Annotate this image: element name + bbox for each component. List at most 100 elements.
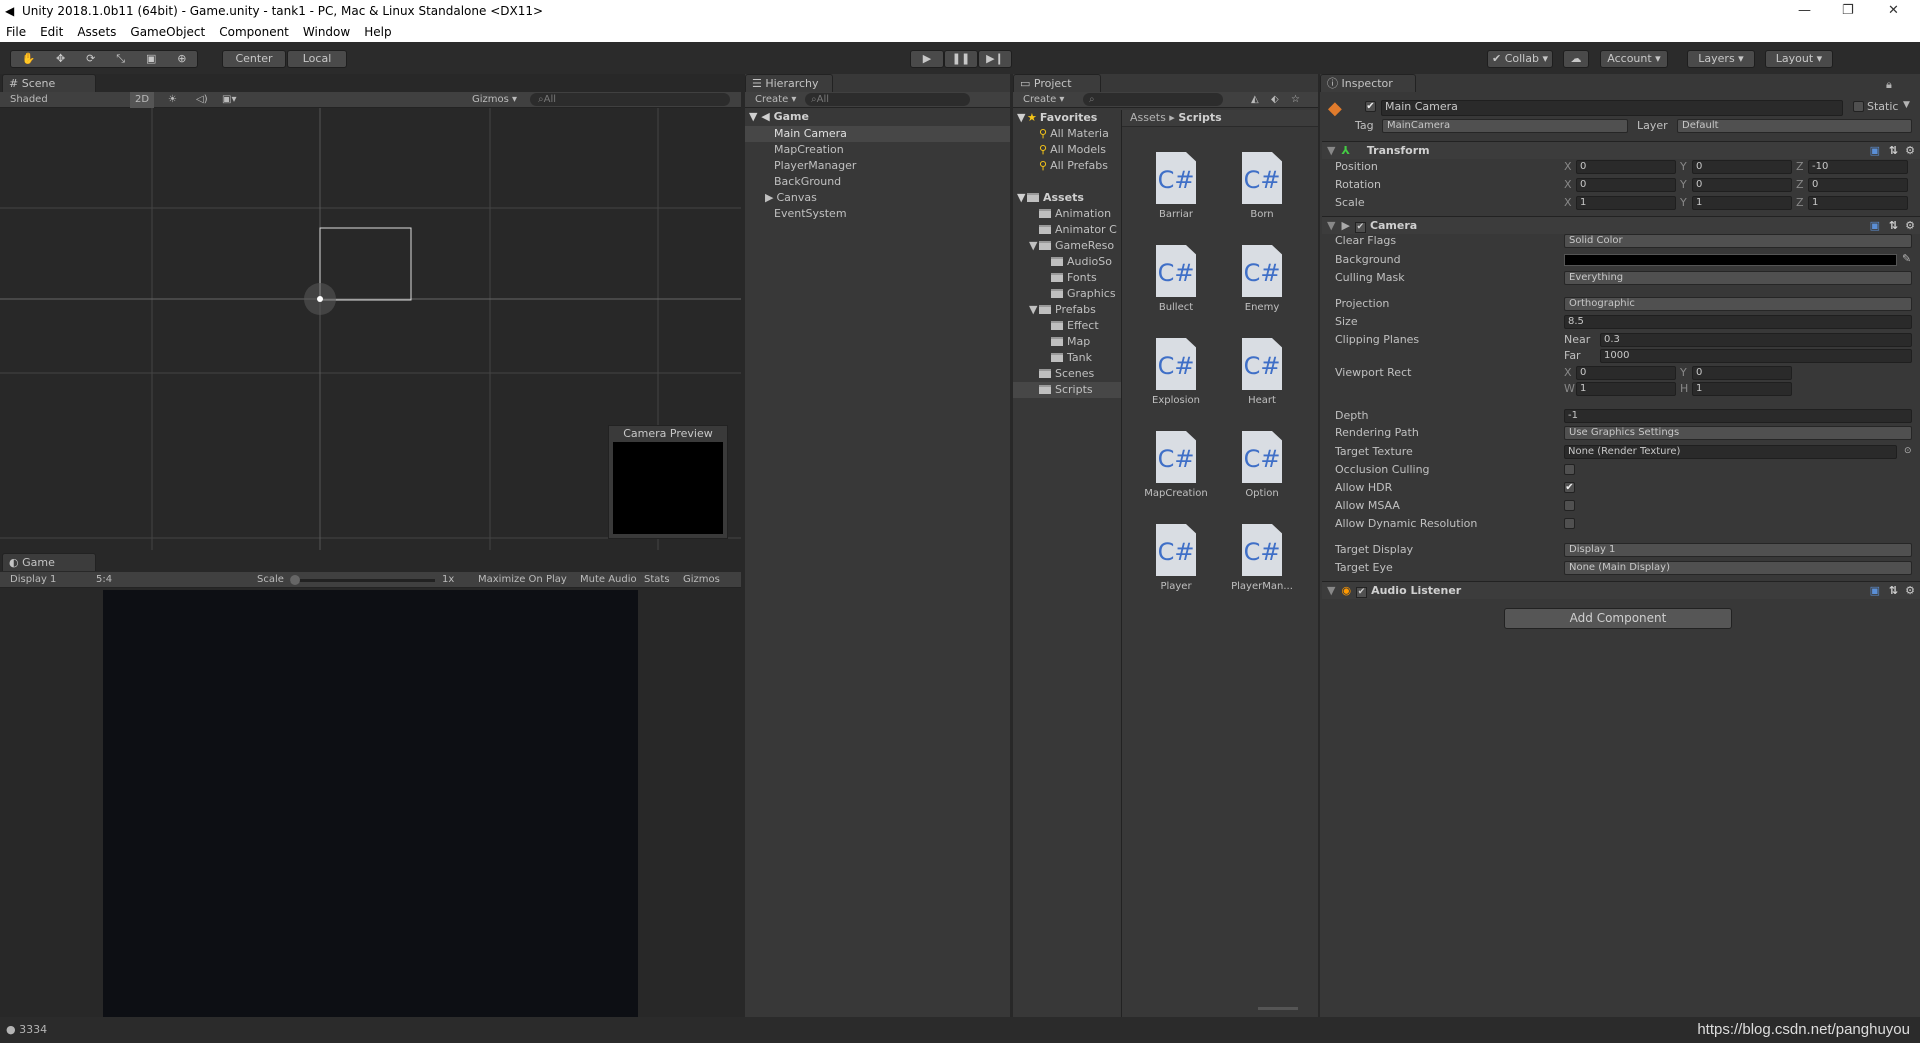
- tab-project[interactable]: ▭ Project: [1013, 74, 1101, 92]
- account-dropdown[interactable]: Account ▾: [1600, 50, 1668, 68]
- rotation-x-field[interactable]: 0: [1576, 178, 1676, 192]
- csharp-script-icon[interactable]: C#: [1242, 338, 1282, 390]
- project-search-input[interactable]: ⌕: [1083, 93, 1223, 106]
- favorite-star-icon[interactable]: ☆: [1291, 92, 1300, 108]
- asset-label[interactable]: Option: [1217, 488, 1307, 499]
- restore-button[interactable]: ❐: [1842, 0, 1854, 22]
- settings-gear-icon[interactable]: ⚙: [1905, 217, 1915, 234]
- asset-label[interactable]: Barriar: [1131, 209, 1221, 220]
- rotation-y-field[interactable]: 0: [1692, 178, 1792, 192]
- project-tree-item[interactable]: ▼ Prefabs: [1013, 302, 1121, 318]
- near-field[interactable]: 0.3: [1600, 333, 1912, 347]
- component-enabled-checkbox[interactable]: ✔: [1354, 222, 1366, 233]
- hand-tool-icon[interactable]: ✋: [21, 51, 35, 67]
- object-picker-icon[interactable]: ⊙: [1904, 446, 1912, 456]
- project-create-button[interactable]: Create ▾: [1023, 92, 1064, 108]
- transform-tool-icon[interactable]: ⊕: [177, 51, 186, 67]
- presets-icon[interactable]: ⇅: [1889, 142, 1898, 159]
- expand-arrow-icon[interactable]: ▼: [1029, 238, 1039, 254]
- presets-icon[interactable]: ⇅: [1889, 582, 1898, 599]
- menu-component[interactable]: Component: [219, 22, 289, 42]
- foldout-arrow-icon[interactable]: ▼: [1327, 584, 1335, 597]
- asset-label[interactable]: PlayerMan...: [1217, 581, 1307, 592]
- help-icon[interactable]: ▣: [1870, 217, 1880, 234]
- play-button[interactable]: ▶: [910, 50, 944, 68]
- help-icon[interactable]: ▣: [1870, 582, 1880, 599]
- aspect-dropdown[interactable]: 5:4: [96, 572, 112, 588]
- rotation-z-field[interactable]: 0: [1808, 178, 1908, 192]
- csharp-script-icon[interactable]: C#: [1156, 245, 1196, 297]
- menu-file[interactable]: File: [6, 22, 26, 42]
- active-checkbox[interactable]: ✔: [1365, 101, 1376, 112]
- foldout-arrow-icon[interactable]: ▼: [1327, 144, 1335, 157]
- stats-toggle[interactable]: Stats: [644, 572, 670, 588]
- cloud-button[interactable]: ☁: [1563, 50, 1589, 68]
- expand-arrow-icon[interactable]: ▼: [1017, 190, 1027, 206]
- csharp-script-icon[interactable]: C#: [1156, 152, 1196, 204]
- object-name-field[interactable]: Main Camera: [1381, 100, 1843, 116]
- breadcrumb-assets[interactable]: Assets: [1130, 111, 1166, 124]
- tag-dropdown[interactable]: MainCamera: [1382, 119, 1628, 133]
- occlusion-culling-checkbox[interactable]: [1564, 464, 1575, 475]
- csharp-script-icon[interactable]: C#: [1242, 245, 1282, 297]
- project-tree-item[interactable]: ▼Animator C: [1013, 222, 1121, 238]
- viewport-vy-field[interactable]: 0: [1692, 366, 1792, 380]
- audio-listener-component-header[interactable]: ▼ ◉ ✔ Audio Listener ▣ ⇅ ⚙: [1322, 581, 1920, 599]
- layout-dropdown[interactable]: Layout ▾: [1765, 50, 1833, 68]
- rendering-path-dropdown[interactable]: Use Graphics Settings: [1564, 426, 1912, 440]
- viewport-vh-field[interactable]: 1: [1692, 382, 1792, 396]
- lighting-icon[interactable]: ☀: [168, 92, 177, 108]
- tab-game[interactable]: ◐ Game: [2, 553, 96, 571]
- menu-help[interactable]: Help: [364, 22, 391, 42]
- hierarchy-item[interactable]: BackGround: [745, 174, 1010, 190]
- menu-assets[interactable]: Assets: [77, 22, 116, 42]
- project-tree-item[interactable]: ▼Animation: [1013, 206, 1121, 222]
- hierarchy-create-button[interactable]: Create ▾: [755, 92, 796, 108]
- scale-z-field[interactable]: 1: [1808, 196, 1908, 210]
- scale-x-field[interactable]: 1: [1576, 196, 1676, 210]
- game-view[interactable]: [103, 590, 638, 1017]
- rotate-tool-icon[interactable]: ⟳: [86, 51, 95, 67]
- far-field[interactable]: 1000: [1600, 349, 1912, 363]
- layer-dropdown[interactable]: Default: [1677, 119, 1912, 133]
- hierarchy-item[interactable]: PlayerManager: [745, 158, 1010, 174]
- target-eye-dropdown[interactable]: None (Main Display): [1564, 561, 1912, 575]
- target-display-dropdown[interactable]: Display 1: [1564, 543, 1912, 557]
- hierarchy-search-input[interactable]: ⌕All: [805, 93, 970, 106]
- display-dropdown[interactable]: Display 1: [10, 572, 56, 588]
- project-tree-item[interactable]: ▼⚲All Materia: [1013, 126, 1121, 142]
- scale-y-field[interactable]: 1: [1692, 196, 1792, 210]
- projection-dropdown[interactable]: Orthographic: [1564, 297, 1912, 311]
- csharp-script-icon[interactable]: C#: [1156, 431, 1196, 483]
- viewport-vw-field[interactable]: 1: [1576, 382, 1676, 396]
- audio-icon[interactable]: ◁): [196, 92, 208, 108]
- background-color-field[interactable]: [1564, 254, 1897, 266]
- asset-label[interactable]: Heart: [1217, 395, 1307, 406]
- project-tree-item[interactable]: ▼⚲All Models: [1013, 142, 1121, 158]
- component-enabled-checkbox[interactable]: ✔: [1356, 587, 1368, 598]
- depth-field[interactable]: -1: [1564, 409, 1912, 423]
- layers-dropdown[interactable]: Layers ▾: [1687, 50, 1755, 68]
- menu-window[interactable]: Window: [303, 22, 350, 42]
- game-gizmos-toggle[interactable]: Gizmos: [683, 572, 720, 588]
- hierarchy-item[interactable]: EventSystem: [745, 206, 1010, 222]
- shading-dropdown[interactable]: Shaded: [10, 92, 48, 108]
- project-tree-item[interactable]: ▼Graphics: [1013, 286, 1121, 302]
- rect-tool-icon[interactable]: ▣: [146, 51, 156, 67]
- hierarchy-item[interactable]: ▶ Canvas: [745, 190, 1010, 206]
- expand-arrow-icon[interactable]: ▼: [1017, 110, 1027, 126]
- size-field[interactable]: 8.5: [1564, 315, 1912, 329]
- help-icon[interactable]: ▣: [1870, 142, 1880, 159]
- asset-label[interactable]: Player: [1131, 581, 1221, 592]
- allow-hdr-checkbox[interactable]: ✔: [1564, 482, 1575, 493]
- settings-gear-icon[interactable]: ⚙: [1905, 142, 1915, 159]
- project-tree-item[interactable]: ▼⚲All Prefabs: [1013, 158, 1121, 174]
- filter-by-type-icon[interactable]: ◭: [1251, 92, 1259, 108]
- asset-label[interactable]: MapCreation: [1131, 488, 1221, 499]
- hierarchy-item[interactable]: Main Camera: [745, 126, 1010, 142]
- allow-dynamic-resolution-checkbox[interactable]: [1564, 518, 1575, 529]
- static-dropdown-icon[interactable]: ▼: [1903, 100, 1910, 110]
- project-tree-item[interactable]: ▼AudioSo: [1013, 254, 1121, 270]
- effects-icon[interactable]: ▣▾: [222, 92, 236, 108]
- pivot-local-button[interactable]: Local: [287, 50, 347, 68]
